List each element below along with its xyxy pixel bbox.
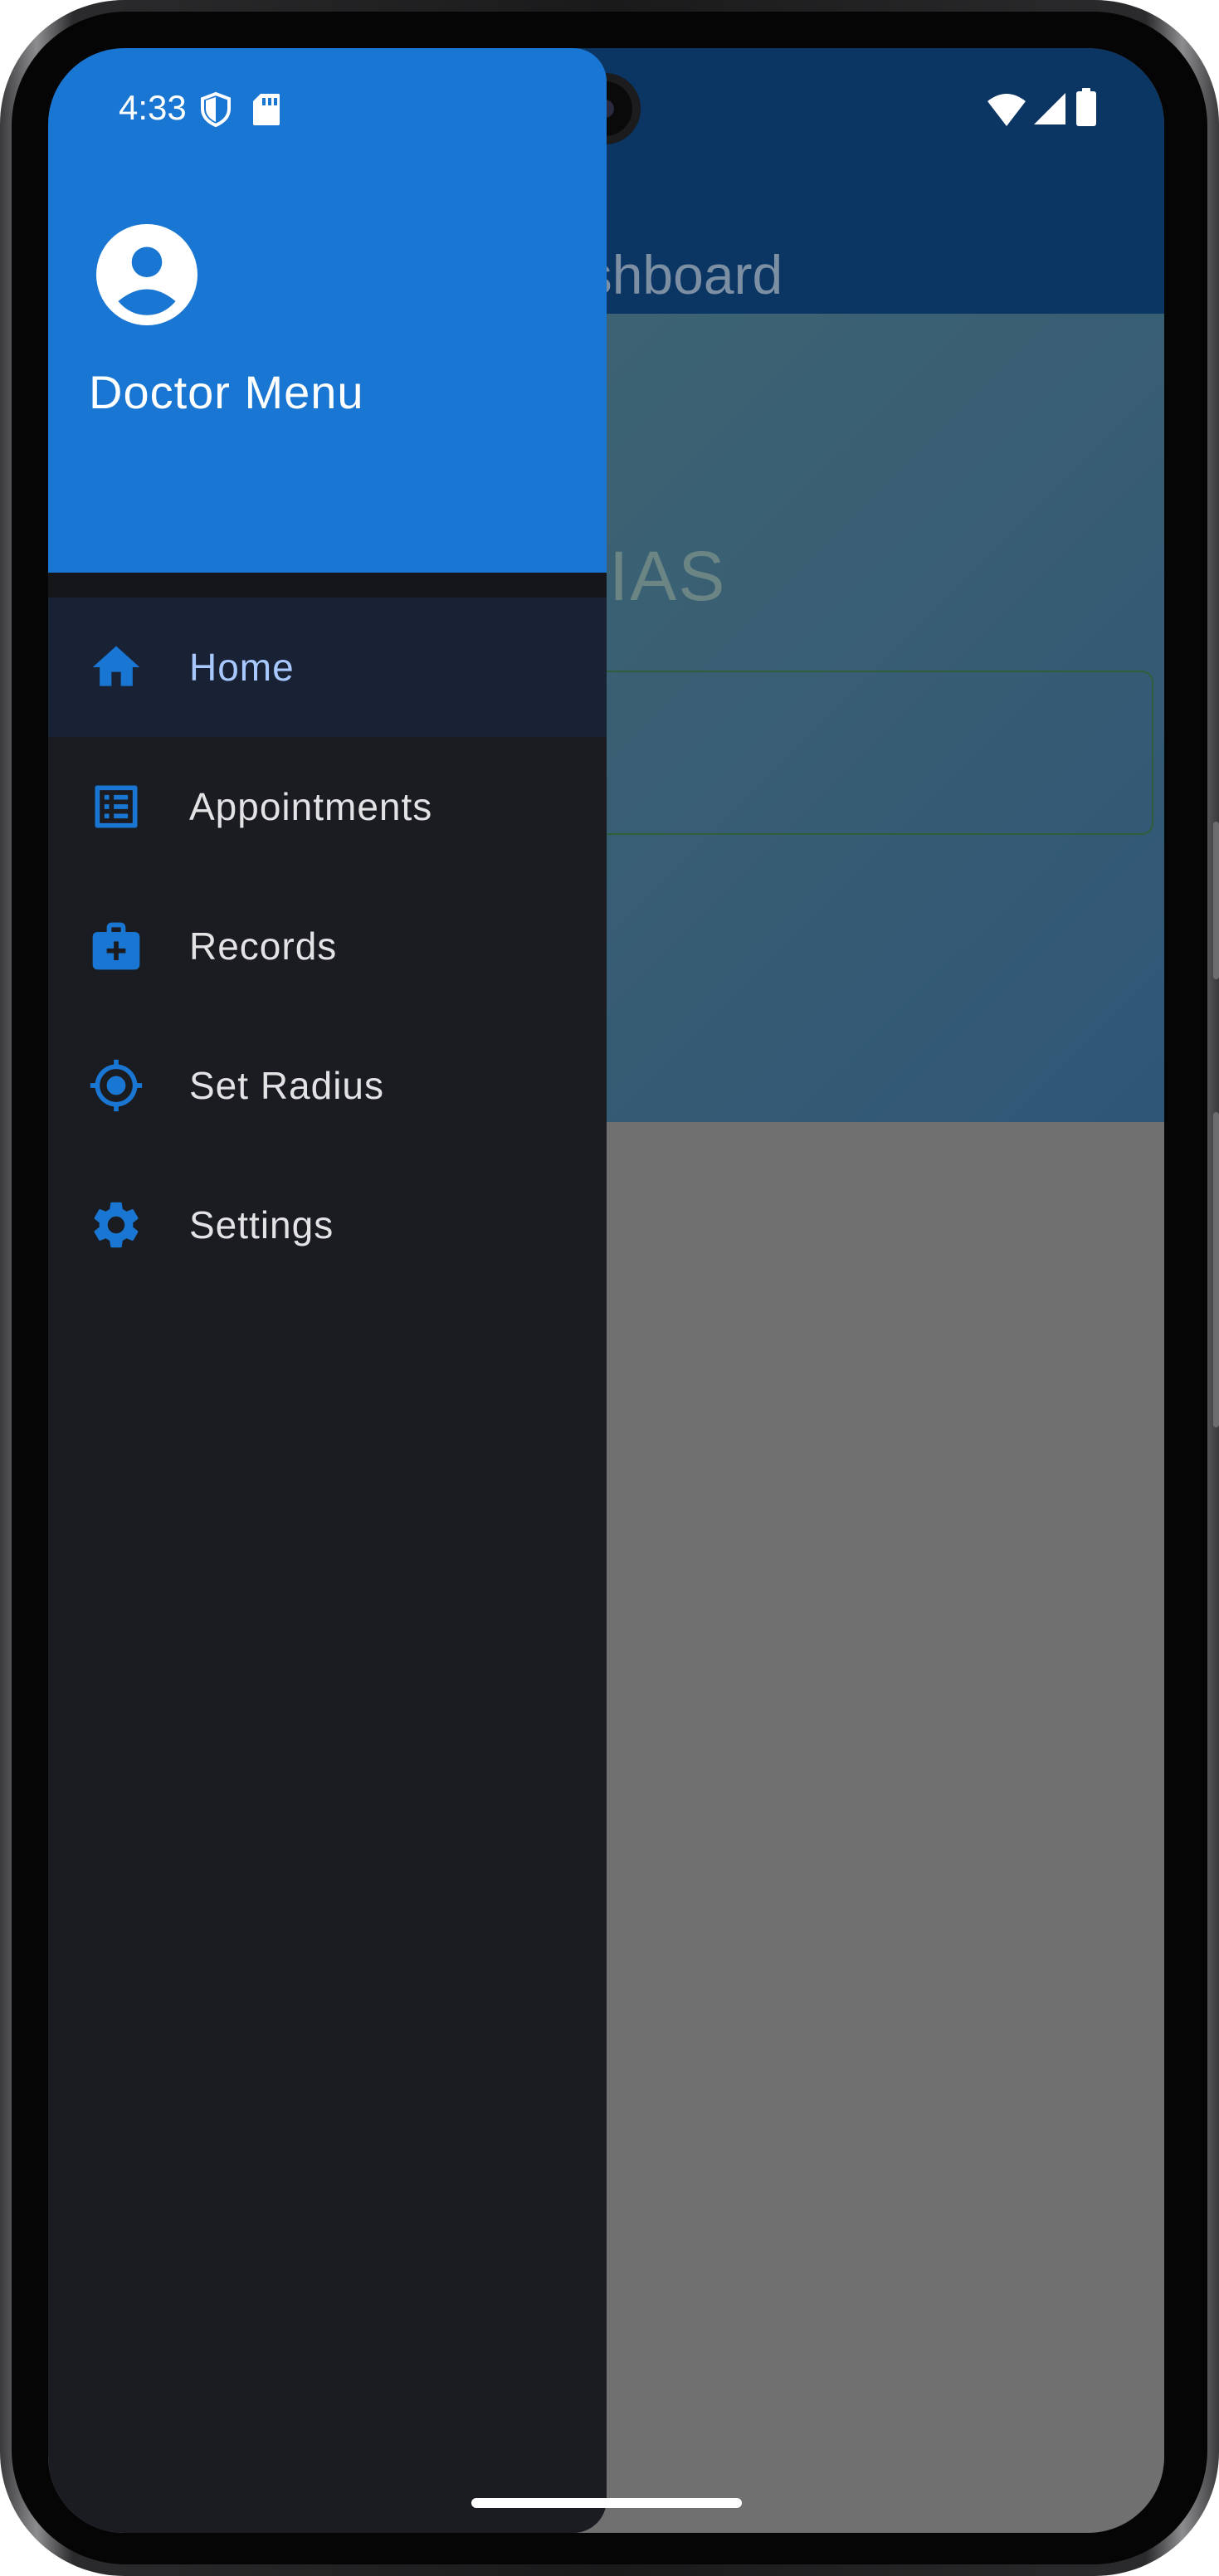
menu-item-settings[interactable]: Settings <box>48 1155 607 1295</box>
phone-frame: ashboard THIAS 4:33 Doctor Menu Home App… <box>0 0 1219 2576</box>
menu-item-set-radius[interactable]: Set Radius <box>48 1016 607 1155</box>
battery-icon <box>1076 88 1096 126</box>
list-icon <box>95 785 138 828</box>
home-icon <box>92 646 140 686</box>
menu-label-records: Records <box>189 925 338 968</box>
drawer-menu: Home Appointments Records Set Radius Set… <box>48 598 607 1295</box>
menu-label-appointments: Appointments <box>189 785 433 828</box>
cell-signal-icon <box>1034 93 1065 124</box>
gesture-home-bar[interactable] <box>471 2498 742 2508</box>
menu-item-appointments[interactable]: Appointments <box>48 737 607 876</box>
drawer-divider <box>48 573 607 598</box>
power-button <box>1213 822 1219 979</box>
menu-label-set-radius: Set Radius <box>189 1064 385 1107</box>
account-circle-icon <box>96 224 197 325</box>
status-time: 4:33 <box>119 88 187 127</box>
menu-label-settings: Settings <box>189 1203 334 1247</box>
hero-card <box>513 671 1153 835</box>
drawer-title: Doctor Menu <box>89 366 364 418</box>
wifi-icon <box>987 94 1026 126</box>
navigation-drawer: 4:33 Doctor Menu Home Appointments Recor… <box>48 48 607 2533</box>
volume-button <box>1213 1112 1219 1427</box>
sd-card-icon <box>253 94 280 125</box>
gps-target-icon <box>90 1059 143 1112</box>
shield-icon <box>201 91 231 128</box>
menu-label-home: Home <box>189 646 295 689</box>
medical-bag-icon <box>92 922 140 970</box>
gear-icon <box>94 1202 139 1248</box>
menu-item-home[interactable]: Home <box>48 598 607 737</box>
drawer-header: 4:33 Doctor Menu <box>48 48 607 573</box>
screen: ashboard THIAS 4:33 Doctor Menu Home App… <box>48 48 1164 2533</box>
menu-item-records[interactable]: Records <box>48 876 607 1016</box>
